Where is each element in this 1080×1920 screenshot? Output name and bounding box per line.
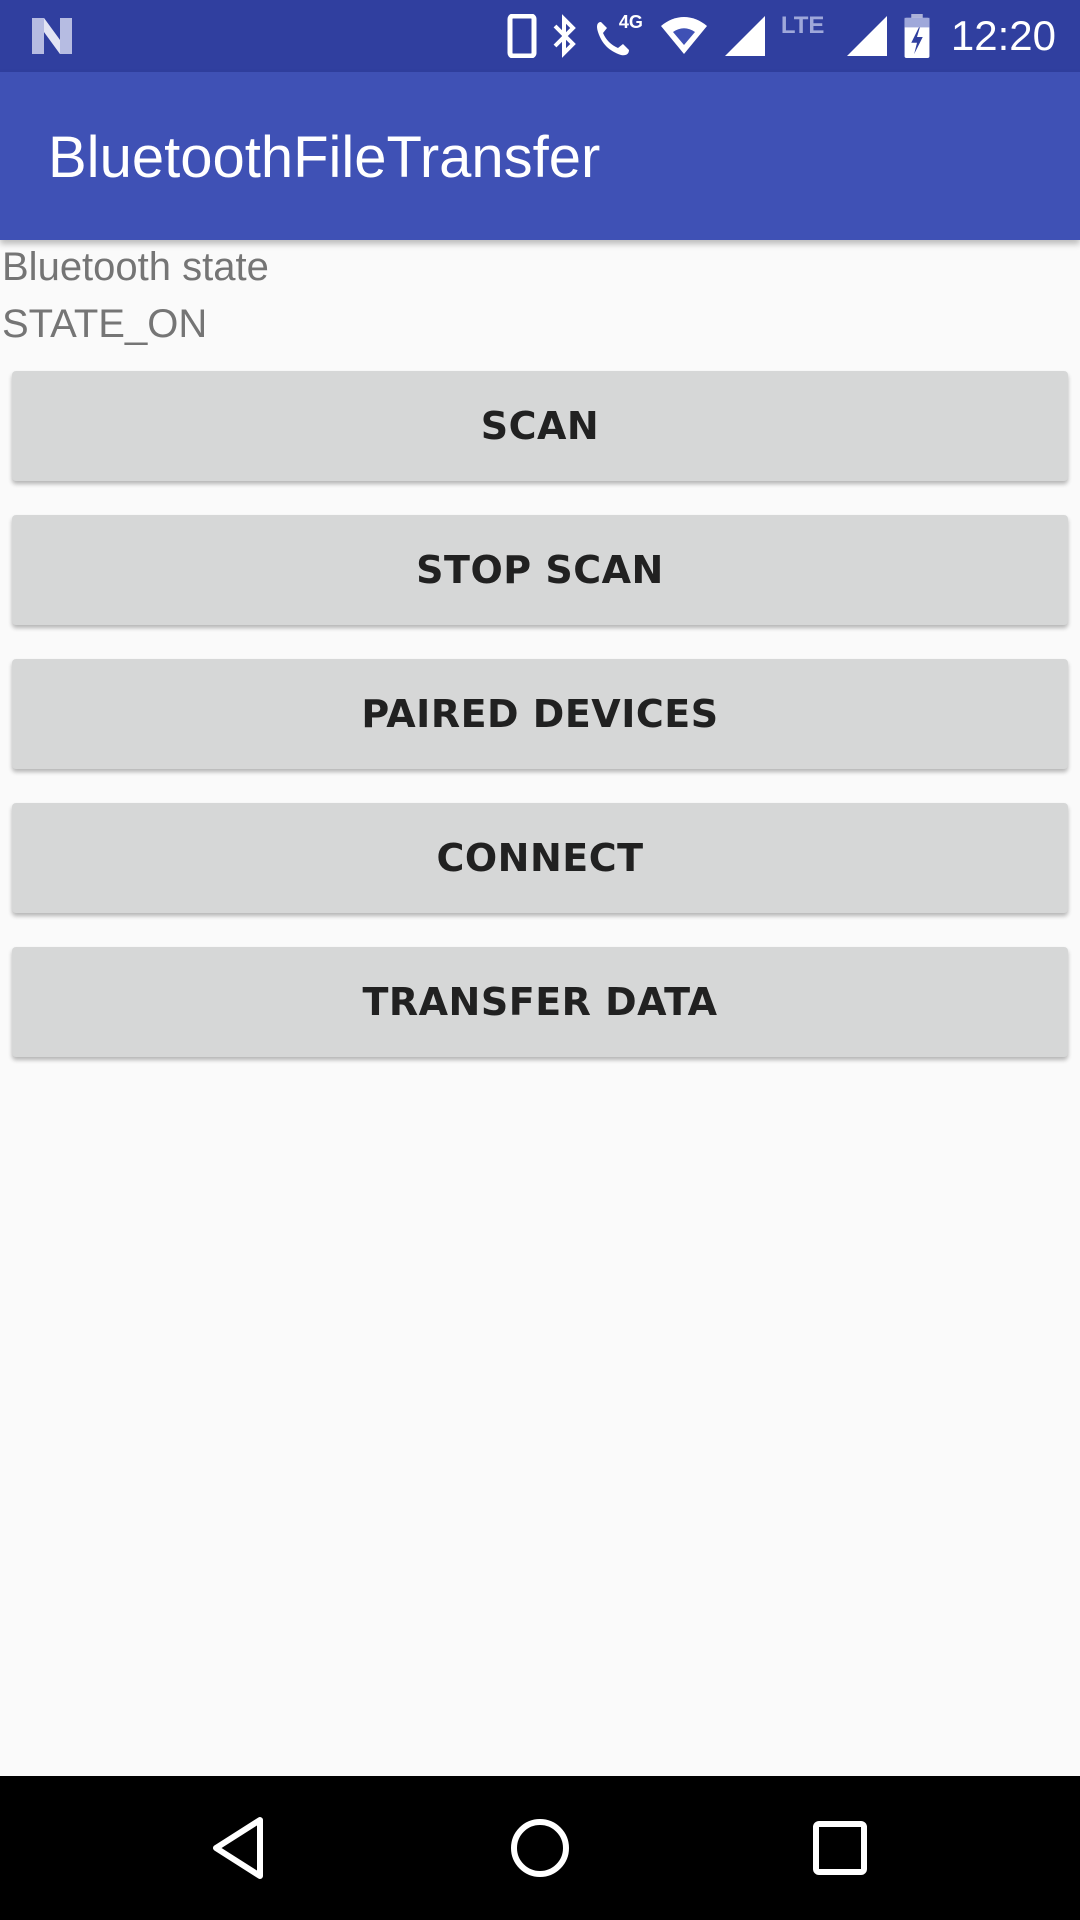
lte-signal-icon: LTE — [780, 12, 831, 58]
connect-button[interactable]: CONNECT — [12, 803, 1068, 913]
wifi-call-icon: 4G — [593, 12, 645, 58]
paired-devices-button[interactable]: PAIRED DEVICES — [12, 659, 1068, 769]
bluetooth-state-value: STATE_ON — [2, 302, 208, 346]
network-type-label: 4G — [618, 12, 643, 32]
status-time: 12:20 — [950, 12, 1056, 59]
page-title: BluetoothFileTransfer — [48, 125, 601, 190]
lte-signal-bars-icon — [846, 16, 887, 56]
wifi-icon — [660, 17, 707, 54]
home-icon[interactable] — [500, 1808, 580, 1888]
signal-icon — [724, 16, 765, 56]
back-icon[interactable] — [200, 1808, 280, 1888]
phone-icon — [507, 14, 537, 58]
scan-button[interactable]: SCAN — [12, 371, 1068, 481]
lte-label: LTE — [780, 12, 825, 39]
transfer-data-button[interactable]: TRANSFER DATA — [12, 947, 1068, 1057]
bluetooth-state-label: Bluetooth state — [2, 245, 269, 289]
bluetooth-icon — [553, 14, 576, 58]
n-logo-icon — [32, 18, 72, 54]
status-bar: 4G LTE 12:20 — [0, 0, 1080, 72]
recents-icon[interactable] — [800, 1808, 880, 1888]
navigation-bar — [0, 1776, 1080, 1920]
stop-scan-button[interactable]: STOP SCAN — [12, 515, 1068, 625]
status-icons: 4G LTE 12:20 — [507, 0, 1056, 72]
app-bar: BluetoothFileTransfer — [0, 72, 1080, 240]
battery-charging-icon — [904, 14, 930, 58]
